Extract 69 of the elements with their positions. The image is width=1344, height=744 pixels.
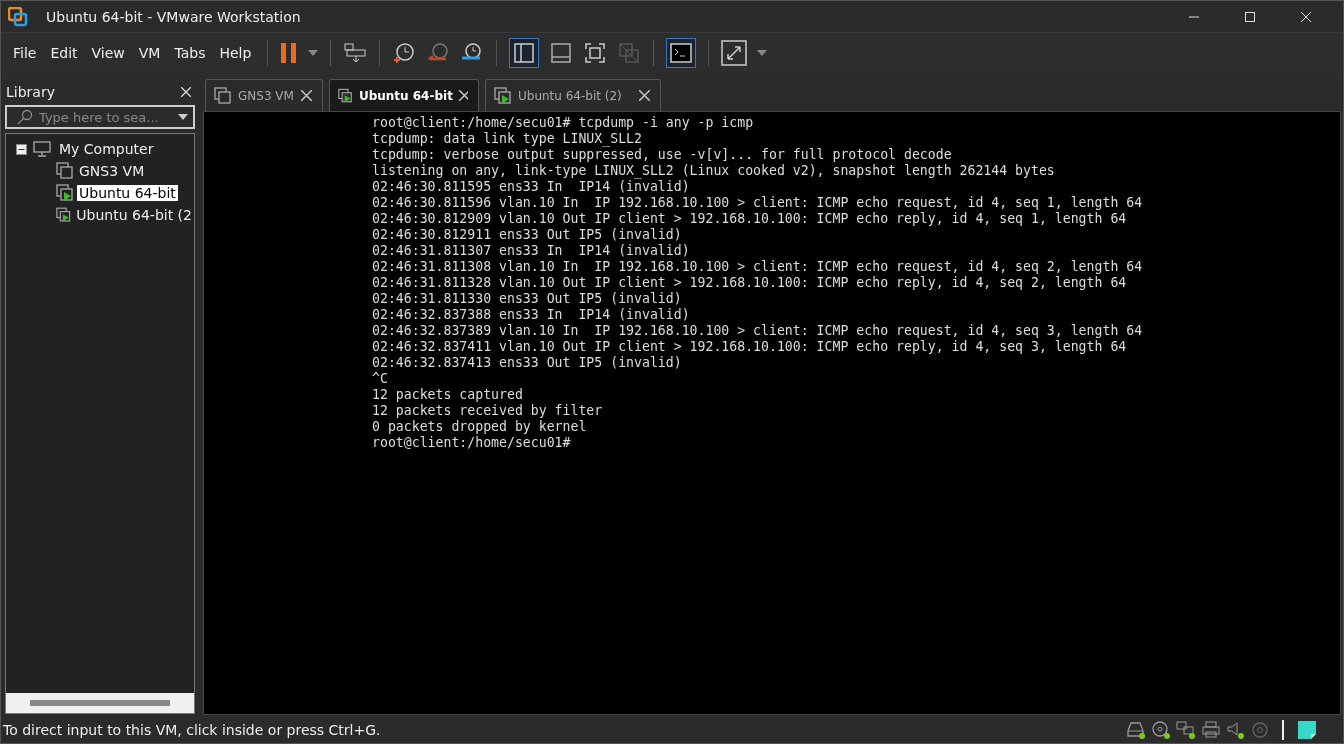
console-line: 12 packets received by filter xyxy=(372,403,604,419)
status-message: To direct input to this VM, click inside or press Ctrl+G. xyxy=(3,722,381,738)
console-line: tcpdump: data link type LINUX_SLL2 xyxy=(372,131,643,147)
note-icon[interactable] xyxy=(1297,720,1317,740)
window-title: Ubuntu 64-bit - VMware Workstation xyxy=(46,8,301,25)
console-line: 02:46:32.837389 vlan.10 In IP 192.168.10.100 > client: ICMP echo request, id 4, seq 3, length 64 xyxy=(372,323,1144,339)
console-line: 02:46:32.837413 ens33 Out IP5 (invalid) xyxy=(372,355,683,371)
vm-tab[interactable]: GNS3 VM xyxy=(205,79,323,111)
menu-item[interactable]: Help xyxy=(219,45,252,61)
console-line: 02:46:30.811596 vlan.10 In IP 192.168.10.100 > client: ICMP echo request, id 4, seq 1, length 64 xyxy=(372,195,1144,211)
collapse-icon[interactable] xyxy=(16,143,27,155)
close-icon[interactable] xyxy=(458,90,468,101)
search-icon xyxy=(17,109,33,125)
tree-item[interactable]: Ubuntu 64-bit (2 xyxy=(74,207,194,223)
vm-tab[interactable]: Ubuntu 64-bit (2) xyxy=(485,79,661,111)
speaker-icon[interactable] xyxy=(1226,721,1246,739)
tree-item[interactable]: GNS3 VM xyxy=(77,163,147,179)
thumbnail-view-icon[interactable] xyxy=(549,41,574,65)
console-line: 02:46:30.811595 ens33 In IP14 (invalid) xyxy=(372,179,691,195)
send-keys-icon[interactable] xyxy=(343,41,368,65)
menu-item[interactable]: Edit xyxy=(50,45,78,61)
console-line: 02:46:31.811330 ens33 Out IP5 (invalid) xyxy=(372,291,683,307)
library-title: Library xyxy=(6,84,55,100)
search-field[interactable]: Type here to sea... xyxy=(5,105,195,129)
menu-item[interactable]: View xyxy=(91,45,125,61)
console-view-icon[interactable] xyxy=(666,38,697,68)
close-icon[interactable] xyxy=(181,87,191,97)
caret-icon[interactable] xyxy=(757,50,768,56)
vm-console-screen[interactable] xyxy=(203,111,1341,715)
console-line: listening on any, link-type LINUX_SLL2 (Linux cooked v2), snapshot length 262144 bytes xyxy=(372,163,1056,179)
caret-icon[interactable] xyxy=(178,114,188,120)
running-vm-icon xyxy=(338,86,353,105)
disc-icon[interactable] xyxy=(1251,721,1269,739)
running-vm-icon xyxy=(494,86,512,105)
full-screen-icon[interactable] xyxy=(583,41,608,65)
console-line: 0 packets dropped by kernel xyxy=(372,419,588,435)
computer-icon xyxy=(33,141,51,157)
menu-item[interactable]: VM xyxy=(138,45,161,61)
close-icon[interactable] xyxy=(301,90,312,101)
console-line: root@client:/home/secu01# xyxy=(372,435,572,451)
menu-item[interactable]: Tabs xyxy=(174,45,206,61)
menu-item[interactable]: File xyxy=(13,45,37,61)
console-line: tcpdump: verbose output suppressed, use -v[v]... for full protocol decode xyxy=(372,147,953,163)
console-line: 02:46:31.811308 vlan.10 In IP 192.168.10.100 > client: ICMP echo request, id 4, seq 2, length 64 xyxy=(372,259,1144,275)
caret-icon[interactable] xyxy=(308,50,319,56)
vm-icon xyxy=(214,86,232,105)
console-line: 02:46:32.837411 vlan.10 Out IP client > 192.168.10.100: ICMP echo reply, id 4, seq 3, length 64 xyxy=(372,339,1128,355)
library-view-icon[interactable] xyxy=(509,38,540,68)
close-icon[interactable] xyxy=(639,90,650,101)
console-line: 02:46:31.811328 vlan.10 Out IP client > 192.168.10.100: ICMP echo reply, id 4, seq 2, length 64 xyxy=(372,275,1128,291)
maximize-icon[interactable] xyxy=(1244,10,1256,23)
snapshot-icon[interactable] xyxy=(392,41,417,65)
app-logo-icon xyxy=(8,6,28,27)
console-line: root@client:/home/secu01# tcpdump -i any -p icmp xyxy=(372,115,755,131)
vm-tab[interactable]: Ubuntu 64-bit xyxy=(329,79,479,111)
console-line: ^C xyxy=(372,371,389,387)
console-line: 02:46:30.812911 ens33 Out IP5 (invalid) xyxy=(372,227,683,243)
network-icon[interactable] xyxy=(1176,721,1196,739)
pause-icon[interactable] xyxy=(280,42,299,64)
close-icon[interactable] xyxy=(1300,10,1312,23)
stretch-icon[interactable] xyxy=(721,40,748,66)
console-line: 02:46:32.837388 ens33 In IP14 (invalid) xyxy=(372,307,691,323)
console-line: 02:46:31.811307 ens33 In IP14 (invalid) xyxy=(372,243,691,259)
console-line: 12 packets captured xyxy=(372,387,524,403)
tree-item[interactable]: Ubuntu 64-bit xyxy=(77,185,178,201)
printer-icon[interactable] xyxy=(1201,721,1221,739)
tree-item[interactable]: My Computer xyxy=(57,141,156,157)
cd-icon[interactable] xyxy=(1151,721,1171,739)
console-line: 02:46:30.812909 vlan.10 Out IP client > 192.168.10.100: ICMP echo reply, id 4, seq 1, length 64 xyxy=(372,211,1128,227)
